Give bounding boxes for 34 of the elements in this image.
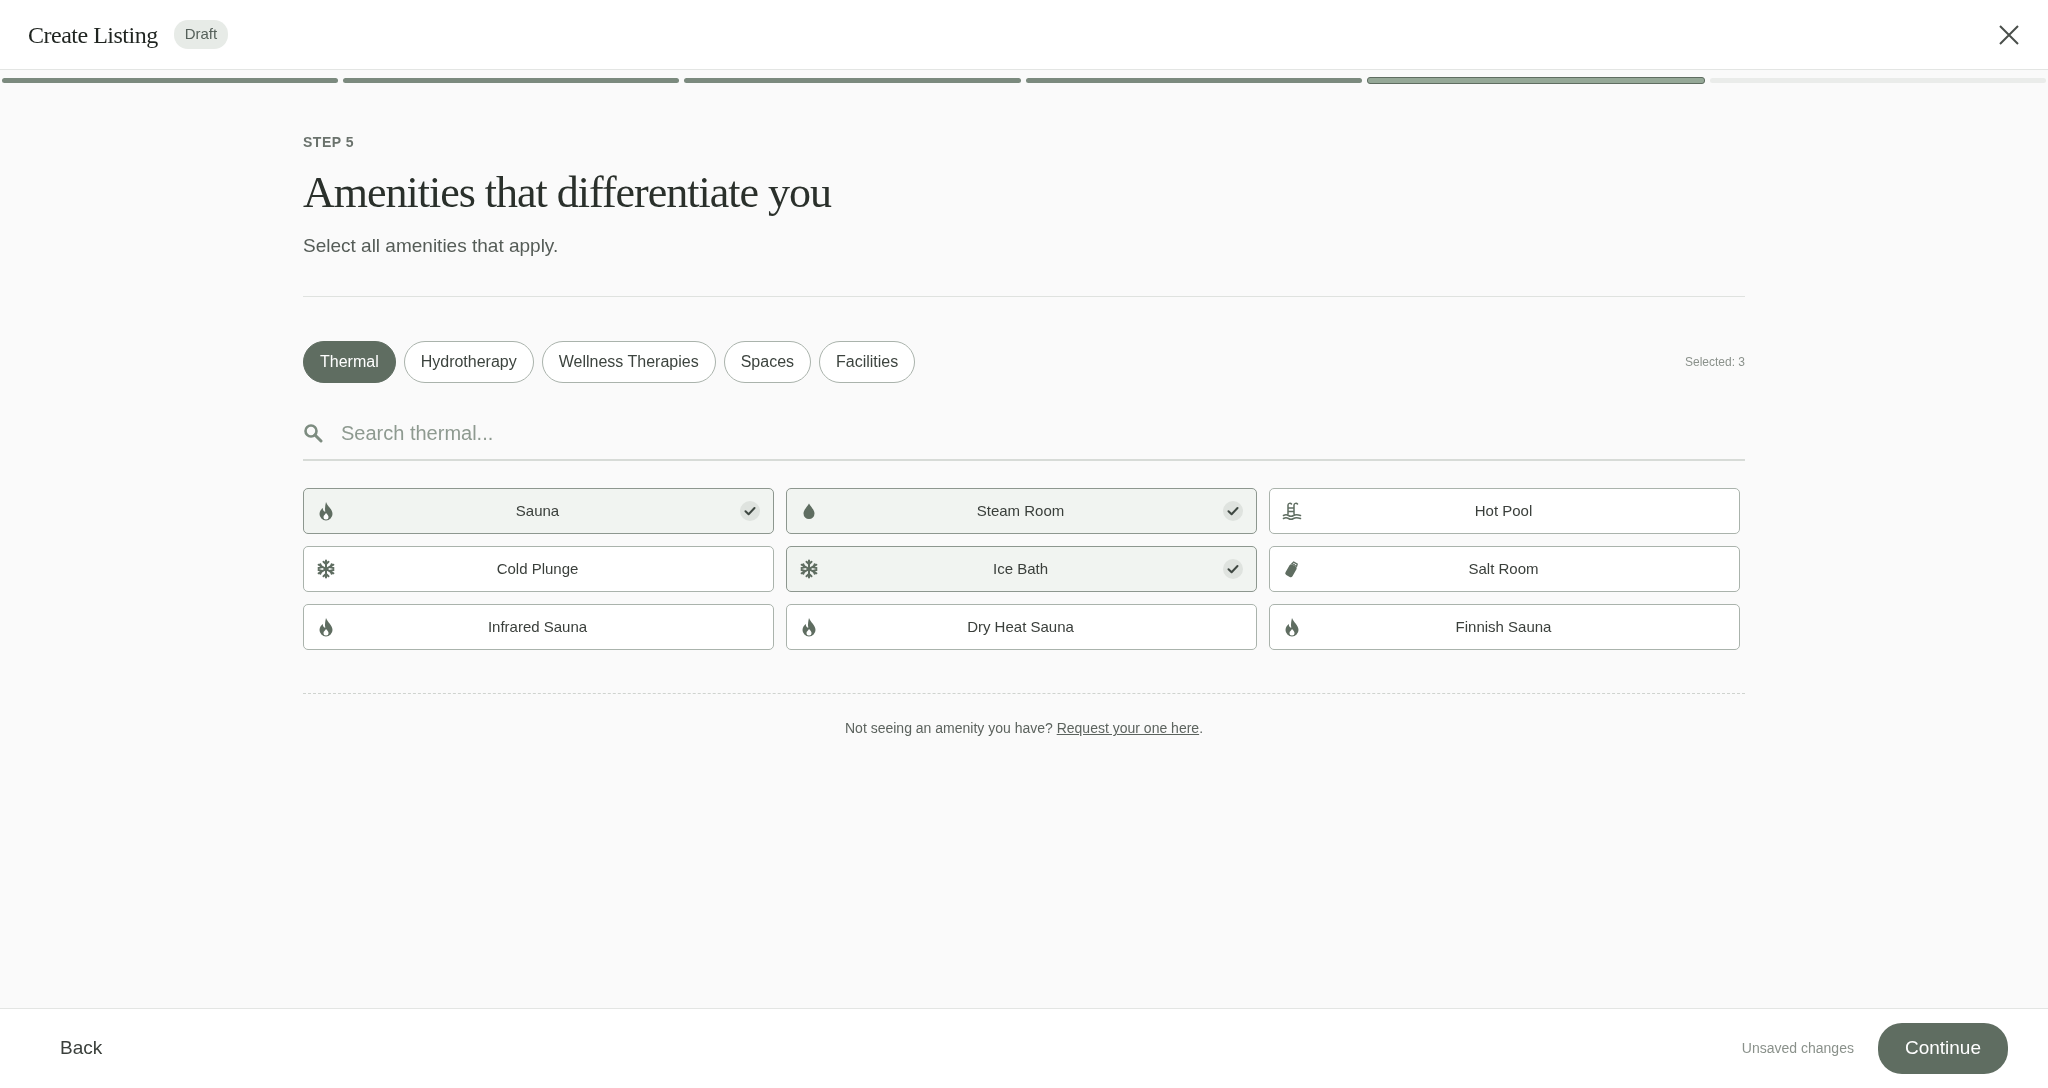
subtitle: Select all amenities that apply.: [303, 233, 560, 258]
snowflake-icon: [799, 559, 819, 580]
close-icon[interactable]: [1998, 23, 2020, 46]
continue-button[interactable]: Continue: [1877, 1023, 2008, 1074]
amenity-option[interactable]: Dry Heat Sauna: [786, 604, 1257, 651]
selected-count: Selected: 3: [1684, 354, 1745, 372]
back-button[interactable]: Back: [60, 1034, 103, 1063]
amenity-option[interactable]: Steam Room: [786, 488, 1257, 535]
category-tab[interactable]: Spaces: [723, 341, 812, 384]
snowflake-icon: [316, 559, 336, 580]
check-icon: [1222, 500, 1244, 523]
search-field[interactable]: Search thermal...: [339, 417, 1745, 450]
category-tab[interactable]: Thermal: [303, 341, 396, 384]
request-amenity-note: Not seeing an amenity you have? Request your one here.: [845, 720, 1203, 737]
draft-badge: Draft: [173, 20, 229, 49]
pool-ladder-icon: [1282, 501, 1302, 522]
amenity-option[interactable]: Salt Room: [1269, 546, 1740, 593]
search-icon: [303, 423, 323, 444]
unsaved-status: Unsaved changes: [1741, 1039, 1854, 1058]
page-title: Create Listing: [28, 20, 158, 50]
page-heading: Amenities that differentiate you: [303, 167, 833, 219]
step-label: STEP 5: [303, 133, 355, 152]
amenity-option[interactable]: Hot Pool: [1269, 488, 1740, 535]
category-tab[interactable]: Hydrotherapy: [403, 341, 534, 384]
request-link[interactable]: Request your one here: [1056, 720, 1200, 737]
amenity-option[interactable]: Sauna: [303, 488, 774, 535]
amenity-option[interactable]: Finnish Sauna: [1269, 604, 1740, 651]
check-icon: [739, 500, 761, 523]
amenity-option[interactable]: Infrared Sauna: [303, 604, 774, 651]
amenity-option[interactable]: Ice Bath: [786, 546, 1257, 593]
amenity-option[interactable]: Cold Plunge: [303, 546, 774, 593]
check-icon: [1222, 558, 1244, 581]
category-tab[interactable]: Facilities: [819, 341, 916, 384]
category-tab[interactable]: Wellness Therapies: [541, 341, 716, 384]
